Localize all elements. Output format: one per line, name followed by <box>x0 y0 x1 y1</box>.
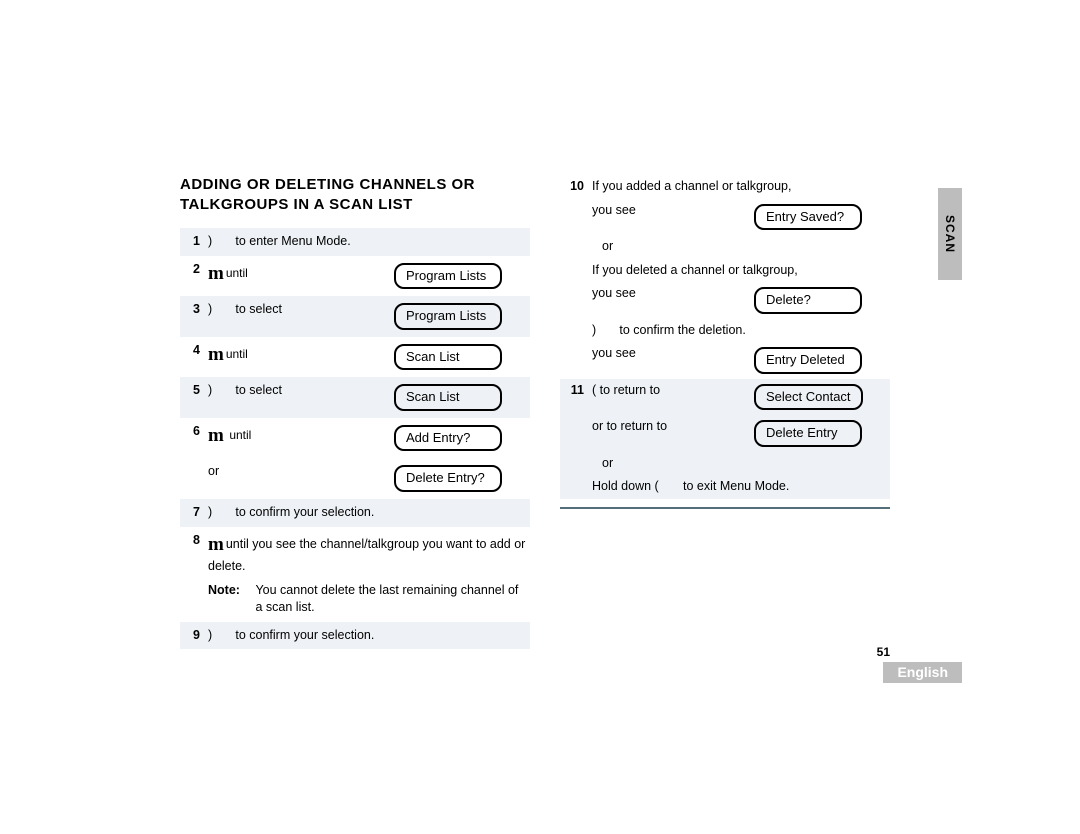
display-pill: Entry Deleted <box>754 347 862 374</box>
step-row: 6 m until Add Entry? <box>180 418 530 459</box>
m-glyph-icon: m <box>208 532 224 559</box>
step-text: If you added a channel or talkgroup, <box>588 175 890 199</box>
step-text: ) to confirm your selection. <box>204 499 530 527</box>
display-pill: Scan List <box>394 344 502 371</box>
note-body: You cannot delete the last remaining cha… <box>255 582 523 617</box>
display-pill: Program Lists <box>394 303 502 330</box>
step-row: 10 If you added a channel or talkgroup, <box>560 175 890 199</box>
note-label: Note: <box>208 582 252 600</box>
or-text: or <box>588 452 750 476</box>
or-text: or <box>588 235 750 259</box>
left-steps-table: 1 ) to enter Menu Mode. 2 muntil Program… <box>180 228 530 649</box>
display-pill: Add Entry? <box>394 425 502 452</box>
side-tab-scan: SCAN <box>938 188 962 280</box>
step-row: 7 ) to confirm your selection. <box>180 499 530 527</box>
step-number: 3 <box>180 296 204 337</box>
m-glyph-icon: m <box>208 342 224 369</box>
step-text: or to return to <box>588 415 750 452</box>
step-number: 6 <box>180 418 204 459</box>
pill-cell: Scan List <box>390 337 530 378</box>
step-row: or to return to Delete Entry <box>560 415 890 452</box>
you-see: you see <box>588 342 750 379</box>
step-number: 2 <box>180 256 204 297</box>
step-row: 11 ( to return to Select Contact <box>560 379 890 416</box>
paren-icon: ) <box>208 301 218 319</box>
step-text: Hold down ( to exit Menu Mode. <box>588 475 890 499</box>
step-number: 11 <box>560 379 588 416</box>
right-steps-table: 10 If you added a channel or talkgroup, … <box>560 175 890 499</box>
step-row: or <box>560 235 890 259</box>
step-text: ) to confirm the deletion. <box>588 319 890 343</box>
section-rule <box>560 507 890 509</box>
you-see: you see <box>588 282 750 319</box>
step-row: If you deleted a channel or talkgroup, <box>560 259 890 283</box>
paren-icon: ) <box>208 382 218 400</box>
step-text: ) to select <box>204 296 390 337</box>
display-pill: Delete Entry <box>754 420 862 447</box>
paren-icon: ) <box>592 322 602 340</box>
right-column: 10 If you added a channel or talkgroup, … <box>560 175 890 509</box>
step-text: muntil <box>204 337 390 378</box>
pill-cell: Program Lists <box>390 256 530 297</box>
step-number: 1 <box>180 228 204 256</box>
m-glyph-icon: m <box>208 261 224 288</box>
pill-cell: Add Entry? <box>390 418 530 459</box>
step-row: you see Delete? <box>560 282 890 319</box>
step-row: 1 ) to enter Menu Mode. <box>180 228 530 256</box>
manual-page: ADDING OR DELETING CHANNELS OR TALKGROUP… <box>0 0 1080 834</box>
step-text: muntil <box>204 256 390 297</box>
step-text: If you deleted a channel or talkgroup, <box>588 259 890 283</box>
language-tab: English <box>883 662 962 683</box>
display-pill: Program Lists <box>394 263 502 290</box>
step-text: m until <box>204 418 390 459</box>
pill-cell: Delete Entry? <box>390 458 530 499</box>
or-text: or <box>204 458 390 499</box>
step-number: 5 <box>180 377 204 418</box>
step-row: you see Entry Saved? <box>560 199 890 236</box>
step-row: 5 ) to select Scan List <box>180 377 530 418</box>
display-pill: Delete? <box>754 287 862 314</box>
paren-icon: ( <box>592 383 596 397</box>
step-row: you see Entry Deleted <box>560 342 890 379</box>
step-number: 4 <box>180 337 204 378</box>
page-number: 51 <box>180 645 890 659</box>
content-columns: ADDING OR DELETING CHANNELS OR TALKGROUP… <box>180 175 890 649</box>
step-text: muntil you see the channel/talkgroup you… <box>204 527 530 622</box>
display-pill: Delete Entry? <box>394 465 502 492</box>
side-tab-label: SCAN <box>943 215 957 253</box>
step-row: 4 muntil Scan List <box>180 337 530 378</box>
paren-icon: ) <box>208 627 218 645</box>
pill-cell: Program Lists <box>390 296 530 337</box>
left-column: ADDING OR DELETING CHANNELS OR TALKGROUP… <box>180 175 530 649</box>
step-row: or Delete Entry? <box>180 458 530 499</box>
step-text: ( to return to <box>588 379 750 416</box>
step-text: ) to enter Menu Mode. <box>204 228 530 256</box>
step-number: 8 <box>180 527 204 622</box>
step-number: 7 <box>180 499 204 527</box>
section-heading: ADDING OR DELETING CHANNELS OR TALKGROUP… <box>180 175 530 214</box>
step-row: 3 ) to select Program Lists <box>180 296 530 337</box>
display-pill: Scan List <box>394 384 502 411</box>
step-row: 2 muntil Program Lists <box>180 256 530 297</box>
pill-cell: Scan List <box>390 377 530 418</box>
step-row: Hold down ( to exit Menu Mode. <box>560 475 890 499</box>
step-number: 10 <box>560 175 588 199</box>
step-text: ) to select <box>204 377 390 418</box>
m-glyph-icon: m <box>208 423 224 450</box>
step-row: 8 muntil you see the channel/talkgroup y… <box>180 527 530 622</box>
display-pill: Entry Saved? <box>754 204 862 231</box>
paren-icon: ) <box>208 504 218 522</box>
you-see: you see <box>588 199 750 236</box>
paren-icon: ) <box>208 233 218 251</box>
step-row: or <box>560 452 890 476</box>
display-pill: Select Contact <box>754 384 863 411</box>
step-row: ) to confirm the deletion. <box>560 319 890 343</box>
